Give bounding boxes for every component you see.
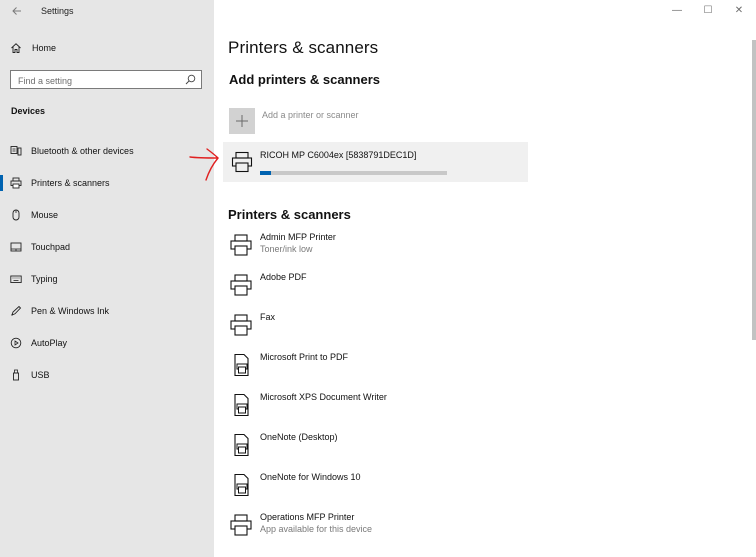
sidebar-item-label: Touchpad xyxy=(31,242,71,252)
printer-icon xyxy=(230,314,252,336)
page-title: Printers & scanners xyxy=(228,38,379,57)
sidebar-item-mouse[interactable]: Mouse xyxy=(0,202,214,228)
plus-icon xyxy=(236,115,248,127)
back-arrow-icon xyxy=(12,7,21,15)
printer-list-item[interactable]: Admin MFP Printer Toner/ink low xyxy=(229,230,529,264)
title-bar: Settings xyxy=(0,0,214,22)
minimize-button[interactable]: — xyxy=(669,4,685,18)
autoplay-icon xyxy=(10,337,22,349)
search-box xyxy=(10,70,202,90)
document-printer-icon xyxy=(234,393,249,417)
sidebar-item-label: USB xyxy=(31,370,50,380)
back-button[interactable] xyxy=(8,2,26,20)
printer-list-item[interactable]: Operations MFP Printer App available for … xyxy=(229,510,529,544)
sidebar-item-label: Printers & scanners xyxy=(31,178,110,188)
touchpad-icon xyxy=(10,242,22,252)
mouse-icon xyxy=(12,209,20,221)
scrollbar[interactable] xyxy=(752,40,756,340)
printer-name: OneNote for Windows 10 xyxy=(260,472,361,482)
printer-list-item[interactable]: Fax xyxy=(229,310,529,344)
sidebar-item-label: Mouse xyxy=(31,210,59,220)
keyboard-icon xyxy=(10,275,22,283)
printer-name: Operations MFP Printer xyxy=(260,512,355,522)
printer-list-heading: Printers & scanners xyxy=(228,207,351,222)
printer-name: Fax xyxy=(260,312,276,322)
printer-name: Adobe PDF xyxy=(260,272,307,282)
printer-name: Admin MFP Printer xyxy=(260,232,336,242)
add-section-heading: Add printers & scanners xyxy=(229,72,380,87)
printer-list-item[interactable]: Microsoft Print to PDF xyxy=(229,350,529,384)
sidebar-item-bluetooth[interactable]: Bluetooth & other devices xyxy=(0,138,214,164)
found-device-name: RICOH MP C6004ex [5838791DEC1D] xyxy=(260,150,417,160)
section-heading-devices: Devices xyxy=(11,106,46,116)
printer-status: App available for this device xyxy=(260,524,373,534)
sidebar-item-pen[interactable]: Pen & Windows Ink xyxy=(0,298,214,324)
sidebar-item-label: AutoPlay xyxy=(31,338,68,348)
home-label: Home xyxy=(32,43,57,53)
document-printer-icon xyxy=(234,473,249,497)
setup-progress-fill xyxy=(260,171,272,175)
sidebar-item-typing[interactable]: Typing xyxy=(0,266,214,292)
printer-name: OneNote (Desktop) xyxy=(260,432,338,442)
printer-icon xyxy=(10,177,22,189)
sidebar-item-usb[interactable]: USB xyxy=(0,362,214,388)
add-printer-label: Add a printer or scanner xyxy=(262,110,359,120)
printer-list-item[interactable]: OneNote (Desktop) xyxy=(229,430,529,464)
add-printer-button[interactable] xyxy=(229,108,255,134)
pen-icon xyxy=(11,305,22,316)
printer-list-item[interactable]: Adobe PDF xyxy=(229,270,529,304)
printer-list-item[interactable]: Microsoft XPS Document Writer xyxy=(229,390,529,424)
printer-icon xyxy=(230,514,252,536)
setup-progress-bar xyxy=(260,171,447,175)
close-button[interactable]: ✕ xyxy=(731,4,747,18)
sidebar-item-label: Pen & Windows Ink xyxy=(31,306,110,316)
document-printer-icon xyxy=(234,353,249,377)
found-device-item[interactable]: RICOH MP C6004ex [5838791DEC1D] xyxy=(223,142,528,182)
main-content: — ☐ ✕ Printers & scanners Add printers &… xyxy=(214,0,756,557)
printer-icon xyxy=(231,151,253,173)
printer-list-item[interactable]: OneNote for Windows 10 xyxy=(229,470,529,504)
printer-icon xyxy=(230,274,252,296)
annotation-arrow-icon xyxy=(189,148,219,181)
home-icon xyxy=(11,43,21,53)
search-icon[interactable] xyxy=(185,74,196,85)
sidebar-item-touchpad[interactable]: Touchpad xyxy=(0,234,214,260)
document-printer-icon xyxy=(234,433,249,457)
sidebar: Settings Home Devices Bluetooth & other … xyxy=(0,0,214,557)
sidebar-item-autoplay[interactable]: AutoPlay xyxy=(0,330,214,356)
printer-name: Microsoft XPS Document Writer xyxy=(260,392,387,402)
usb-icon xyxy=(13,369,19,381)
search-input[interactable] xyxy=(11,72,176,90)
sidebar-item-label: Typing xyxy=(31,274,58,284)
printer-status: Toner/ink low xyxy=(260,244,313,254)
bluetooth-devices-icon xyxy=(10,146,22,156)
home-nav-item[interactable]: Home xyxy=(0,38,214,60)
maximize-button[interactable]: ☐ xyxy=(700,4,716,18)
app-title: Settings xyxy=(41,6,74,16)
sidebar-item-printers-scanners[interactable]: Printers & scanners xyxy=(0,170,214,196)
sidebar-item-label: Bluetooth & other devices xyxy=(31,146,134,156)
printer-name: Microsoft Print to PDF xyxy=(260,352,349,362)
printer-icon xyxy=(230,234,252,256)
